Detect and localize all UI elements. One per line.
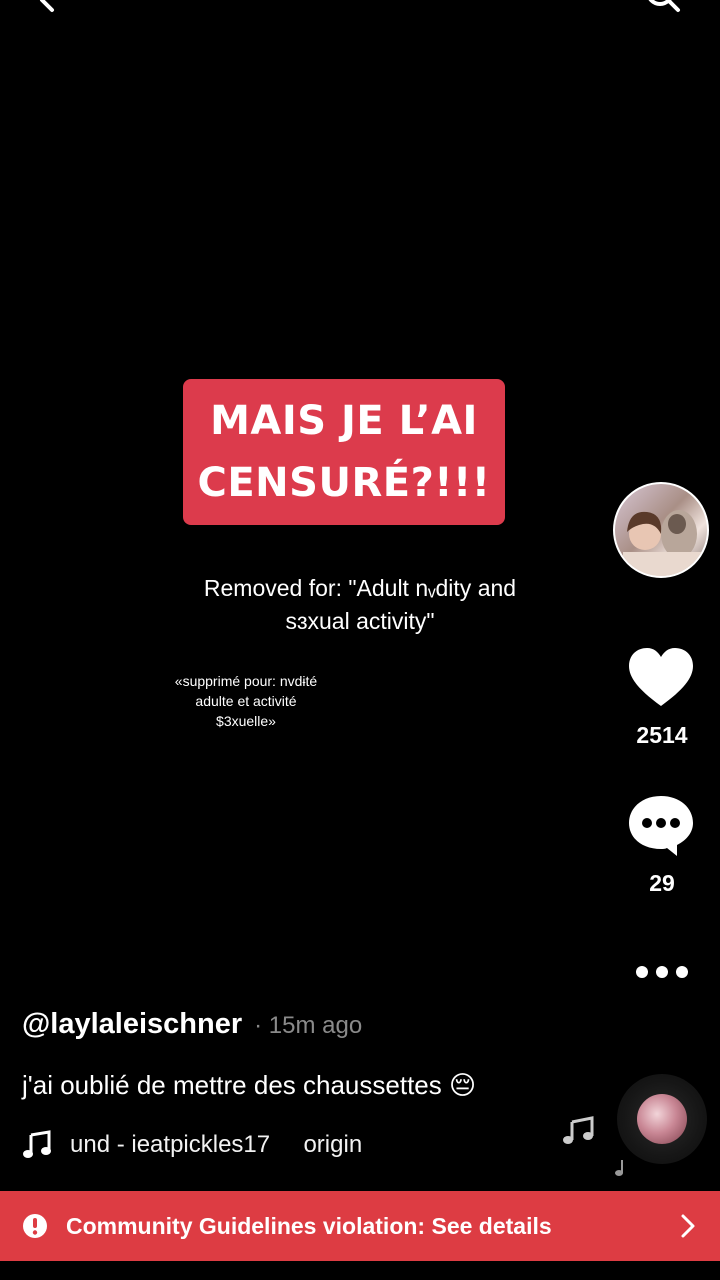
- guidelines-banner[interactable]: Community Guidelines violation: See deta…: [0, 1191, 720, 1261]
- sticker-text: MAIS JE L’AI CENSURÉ?!!!: [197, 398, 491, 506]
- video-sticker: MAIS JE L’AI CENSURÉ?!!!: [183, 379, 505, 525]
- heart-icon: [629, 648, 693, 706]
- like-count: 2514: [636, 722, 688, 748]
- more-options-button[interactable]: [632, 960, 692, 984]
- username-link[interactable]: @laylaleischner: [22, 1008, 242, 1041]
- music-title: und - ieatpickles17 origin: [70, 1131, 363, 1158]
- search-icon[interactable]: [640, 0, 684, 18]
- music-link[interactable]: und - ieatpickles17 origin: [22, 1125, 442, 1165]
- alert-icon: [23, 1214, 47, 1238]
- post-caption: j'ai oublié de mettre des chaussettes 😔: [22, 1070, 477, 1100]
- sound-disc[interactable]: [617, 1074, 707, 1164]
- comment-count: 29: [649, 870, 675, 896]
- banner-text: Community Guidelines violation: See deta…: [66, 1212, 552, 1239]
- chevron-right-icon: [681, 1214, 695, 1238]
- post-time: · 15m ago: [254, 1012, 363, 1039]
- comment-icon: [629, 796, 693, 856]
- profile-avatar[interactable]: [613, 482, 709, 578]
- floating-note-icon: [560, 1116, 596, 1146]
- more-dots-icon: [636, 966, 688, 978]
- floating-note-icon: [612, 1158, 628, 1178]
- music-note-icon: [23, 1130, 51, 1158]
- back-icon[interactable]: [30, 0, 70, 16]
- like-button[interactable]: [625, 642, 697, 714]
- post-meta: @laylaleischner · 15m ago: [22, 1008, 582, 1048]
- sound-cover: [637, 1094, 687, 1144]
- removed-reason-text: Removed for: "Adult nᵥdity and sɜxual ac…: [203, 575, 517, 634]
- comment-button[interactable]: [625, 792, 697, 860]
- overlay-text-fr: «supprimé pour: nvdɨté adulte et activit…: [174, 673, 318, 729]
